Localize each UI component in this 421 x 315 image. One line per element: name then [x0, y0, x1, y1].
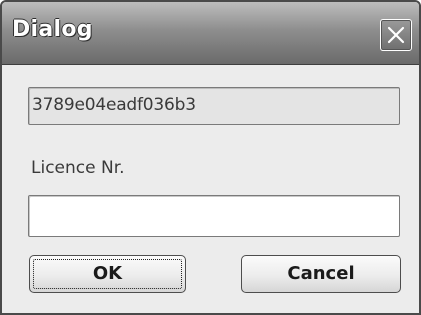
- cancel-button-label: Cancel: [287, 263, 355, 284]
- title-bar[interactable]: Dialog: [2, 2, 419, 65]
- licence-number-label: Licence Nr.: [31, 158, 125, 178]
- dialog-window: Dialog 3789e04eadf036b3 Licence Nr. OK C…: [0, 0, 421, 315]
- focus-ring: [33, 259, 182, 289]
- licence-number-input[interactable]: [28, 195, 400, 237]
- close-button[interactable]: [380, 19, 412, 51]
- close-icon: [387, 26, 405, 44]
- machine-code-field: 3789e04eadf036b3: [28, 87, 400, 125]
- window-title: Dialog: [12, 17, 93, 42]
- cancel-button[interactable]: Cancel: [241, 255, 401, 293]
- machine-code-value: 3789e04eadf036b3: [32, 95, 196, 115]
- ok-button[interactable]: OK: [29, 255, 186, 293]
